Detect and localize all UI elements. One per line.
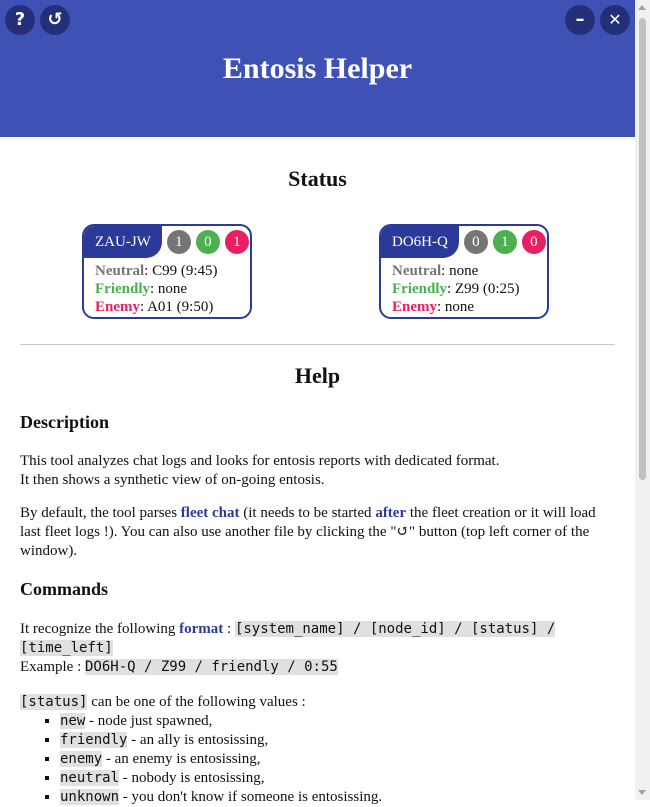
example-code: DO6H-Q / Z99 / friendly / 0:55 — [84, 659, 338, 675]
section-divider — [20, 344, 615, 345]
format-paragraph: It recognize the following format : [sys… — [20, 620, 615, 677]
status-value-code: enemy — [60, 751, 103, 767]
neutral-line: Neutral: none — [392, 262, 520, 280]
format-line: It recognize the following format : [sys… — [20, 620, 615, 658]
friendly-count-badge: 1 — [492, 230, 517, 254]
system-card-1: ZAU-JW 1 0 1 Neutral: C99 (9:45) Friendl… — [82, 224, 252, 319]
status-value-description: - you don't know if someone is entosissi… — [119, 789, 383, 805]
status-value-description: - node just spawned, — [85, 713, 213, 729]
example-line: Example : DO6H-Q / Z99 / friendly / 0:55 — [20, 658, 615, 677]
description-heading: Description — [20, 412, 109, 432]
status-value-code: neutral — [60, 770, 120, 786]
commands-heading: Commands — [20, 579, 109, 599]
minimize-button[interactable]: – — [565, 5, 595, 35]
status-value-code: unknown — [60, 789, 120, 805]
app-header: ? ↺ – ✕ Entosis Helper — [0, 0, 635, 137]
system-card-header: DO6H-Q 0 1 0 — [381, 226, 546, 258]
friendly-label: Friendly — [392, 281, 447, 297]
enemy-count-badge: 0 — [521, 230, 546, 254]
neutral-value: : none — [441, 263, 479, 279]
description-line-2: It then shows a synthetic view of on-goi… — [20, 472, 325, 488]
neutral-label: Neutral — [392, 263, 442, 279]
scrollbar-thumb[interactable] — [639, 18, 646, 480]
friendly-line: Friendly: none — [95, 280, 218, 298]
status-title: Status — [288, 166, 347, 191]
status-value-description: - an enemy is entosissing, — [102, 751, 261, 767]
status-value-item: new - node just spawned, — [60, 712, 615, 731]
status-values-intro: [status] can be one of the following val… — [20, 693, 615, 712]
status-values-section: [status] can be one of the following val… — [20, 693, 615, 807]
friendly-line: Friendly: Z99 (0:25) — [392, 280, 520, 298]
friendly-label: Friendly — [95, 281, 150, 297]
friendly-count-badge: 0 — [195, 230, 220, 254]
status-code: [status] — [20, 694, 88, 710]
enemy-value: : A01 (9:50) — [140, 299, 214, 315]
system-card-body: Neutral: none Friendly: Z99 (0:25) Enemy… — [392, 262, 520, 316]
status-values-text: can be one of the following values : — [87, 694, 306, 710]
system-card-2: DO6H-Q 0 1 0 Neutral: none Friendly: Z99… — [379, 224, 549, 319]
fleet-chat-highlight: fleet chat — [180, 505, 240, 521]
after-highlight: after — [375, 505, 407, 521]
enemy-count-badge: 1 — [224, 230, 249, 254]
format-highlight: format — [179, 621, 224, 637]
format-separator: : — [223, 621, 235, 637]
neutral-count-badge: 1 — [166, 230, 191, 254]
status-value-item: friendly - an ally is entosissing, — [60, 731, 615, 750]
enemy-label: Enemy — [95, 299, 140, 315]
scroll-down-arrow-icon[interactable] — [638, 790, 646, 795]
friendly-value: : Z99 (0:25) — [447, 281, 520, 297]
status-value-description: - nobody is entosissing, — [119, 770, 265, 786]
neutral-value: : C99 (9:45) — [144, 263, 218, 279]
default-text-2: (it needs to be started — [239, 505, 376, 521]
system-card-body: Neutral: C99 (9:45) Friendly: none Enemy… — [95, 262, 218, 316]
refresh-button[interactable]: ↺ — [40, 5, 70, 35]
enemy-line: Enemy: A01 (9:50) — [95, 298, 218, 316]
status-value-code: friendly — [60, 732, 128, 748]
neutral-label: Neutral — [95, 263, 145, 279]
friendly-value: : none — [150, 281, 188, 297]
status-values-list: new - node just spawned, friendly - an a… — [20, 712, 615, 807]
app-title: Entosis Helper — [222, 52, 413, 85]
status-value-code: new — [60, 713, 86, 729]
help-title: Help — [294, 363, 341, 388]
help-button[interactable]: ? — [5, 5, 35, 35]
description-text: This tool analyzes chat logs and looks f… — [20, 452, 615, 490]
description-line-1: This tool analyzes chat logs and looks f… — [20, 453, 500, 469]
neutral-count-badge: 0 — [463, 230, 488, 254]
status-value-description: - an ally is entosissing, — [127, 732, 269, 748]
scrollbar[interactable] — [635, 0, 650, 800]
system-name: DO6H-Q — [381, 226, 459, 258]
enemy-label: Enemy — [392, 299, 437, 315]
neutral-line: Neutral: C99 (9:45) — [95, 262, 218, 280]
default-source-paragraph: By default, the tool parses fleet chat (… — [20, 504, 615, 561]
enemy-line: Enemy: none — [392, 298, 520, 316]
scroll-up-arrow-icon[interactable] — [638, 5, 646, 10]
format-prefix: It recognize the following — [20, 621, 180, 637]
enemy-value: : none — [437, 299, 475, 315]
status-value-item: enemy - an enemy is entosissing, — [60, 750, 615, 769]
example-prefix: Example : — [20, 659, 85, 675]
system-name: ZAU-JW — [84, 226, 162, 258]
status-value-item: neutral - nobody is entosissing, — [60, 769, 615, 788]
system-card-header: ZAU-JW 1 0 1 — [84, 226, 249, 258]
default-text-1: By default, the tool parses — [20, 505, 181, 521]
status-value-item: unknown - you don't know if someone is e… — [60, 788, 615, 807]
close-button[interactable]: ✕ — [600, 5, 630, 35]
